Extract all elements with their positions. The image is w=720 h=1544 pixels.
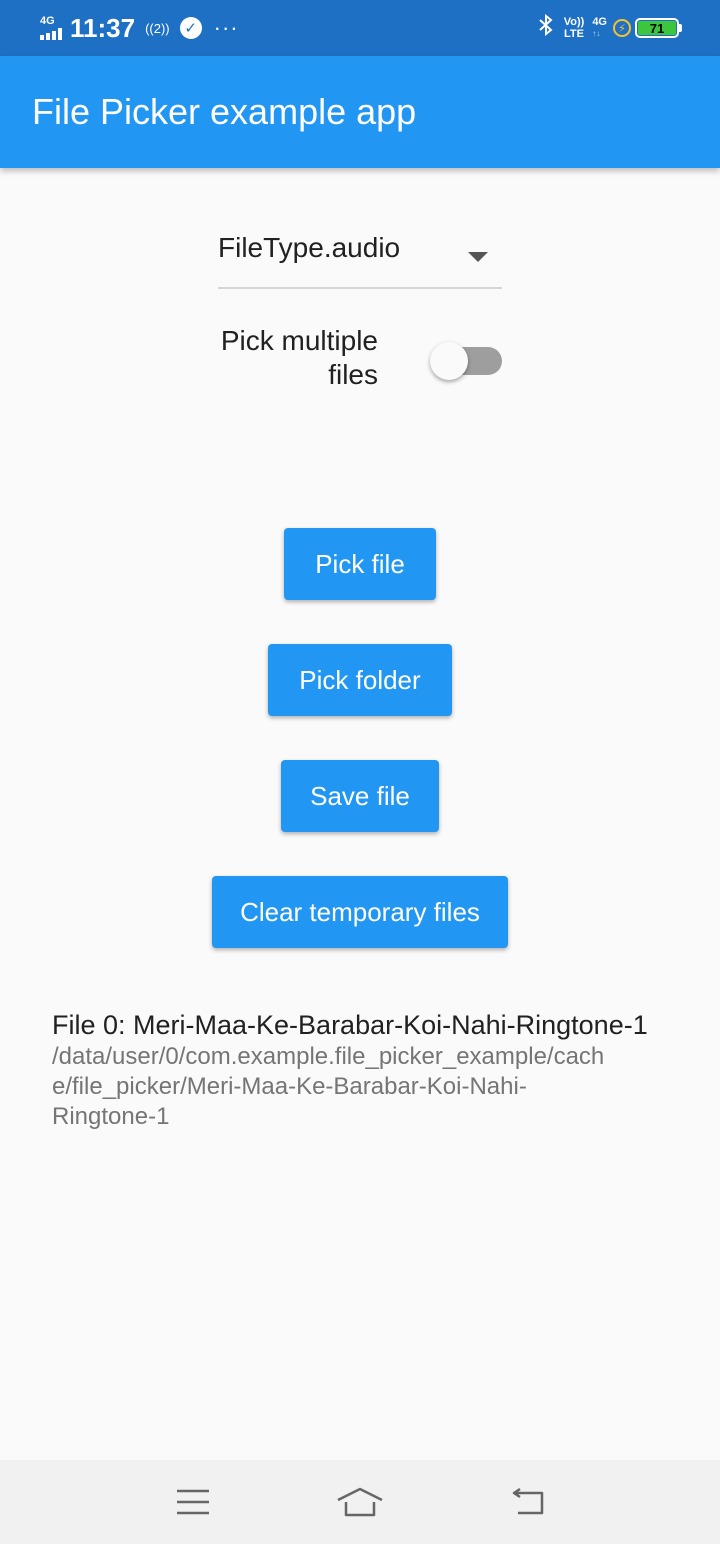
network-activity: ↑↓ xyxy=(592,29,601,38)
network-type: 4G xyxy=(40,15,55,27)
pick-multiple-switch[interactable] xyxy=(430,342,502,380)
more-icon: ··· xyxy=(213,15,239,40)
network-4g-icon: 4G ↑↓ xyxy=(592,16,607,40)
list-item[interactable]: File 0: Meri-Maa-Ke-Barabar-Koi-Nahi-Rin… xyxy=(52,1008,692,1132)
save-file-button[interactable]: Save file xyxy=(281,760,439,832)
status-bar: 4G 11:37 ((2)) ✓ ··· Vo)) LTE 4G ↑↓ ⚡ 71 xyxy=(0,0,720,56)
network-4g-label: 4G xyxy=(592,16,607,28)
pick-folder-button[interactable]: Pick folder xyxy=(268,644,452,716)
bluetooth-icon xyxy=(538,13,554,43)
file-list: File 0: Meri-Maa-Ke-Barabar-Koi-Nahi-Rin… xyxy=(52,1008,692,1132)
volte-top-label: Vo)) xyxy=(563,16,585,28)
page-title: File Picker example app xyxy=(32,91,417,132)
file-path: /data/user/0/com.example.file_picker_exa… xyxy=(52,1043,605,1130)
battery-level: 71 xyxy=(638,21,676,36)
file-type-value: FileType.audio xyxy=(218,232,401,263)
back-icon[interactable] xyxy=(497,1477,557,1527)
menu-icon[interactable] xyxy=(163,1477,223,1527)
volte-bottom-label: LTE xyxy=(564,28,584,40)
navigation-bar xyxy=(0,1460,720,1544)
volte-icon: Vo)) LTE xyxy=(564,16,585,40)
file-title: File 0: Meri-Maa-Ke-Barabar-Koi-Nahi-Rin… xyxy=(52,1010,648,1040)
battery-icon: 71 xyxy=(635,18,682,38)
check-icon: ✓ xyxy=(179,17,202,39)
file-type-dropdown[interactable]: FileType.audio xyxy=(218,232,502,289)
switch-thumb xyxy=(430,342,468,380)
clear-temporary-files-button[interactable]: Clear temporary files xyxy=(212,876,508,948)
signal-icon: 4G xyxy=(40,16,62,40)
charging-icon: ⚡ xyxy=(613,19,631,37)
pick-multiple-label: Pick multiple files xyxy=(220,325,378,390)
hotspot-icon: ((2)) xyxy=(145,20,170,36)
dropdown-arrow-icon xyxy=(468,252,488,262)
pick-file-button[interactable]: Pick file xyxy=(284,528,436,600)
status-time: 11:37 xyxy=(70,12,136,43)
app-bar: File Picker example app xyxy=(0,56,720,168)
home-icon[interactable] xyxy=(330,1477,390,1527)
